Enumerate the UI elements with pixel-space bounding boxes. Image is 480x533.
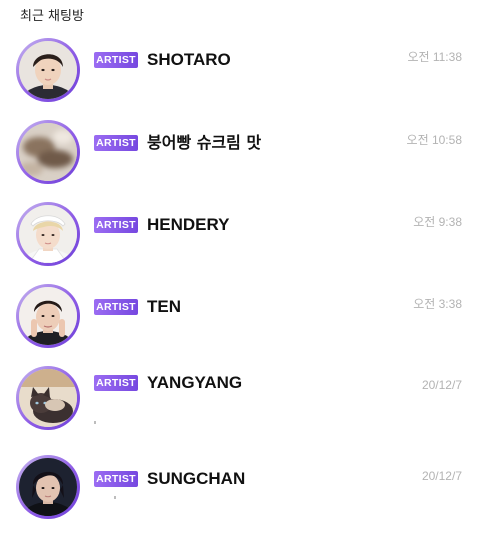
artist-badge: ARTIST — [94, 299, 138, 315]
chat-name: TEN — [147, 297, 181, 316]
chat-time: 오전 10:58 — [406, 133, 462, 147]
artist-badge: ARTIST — [94, 375, 138, 391]
chat-item-hendery[interactable]: ARTIST HENDERY 오전 9:38 — [0, 202, 480, 280]
chat-time: 오전 3:38 — [413, 297, 462, 311]
avatar-blurred-photo — [19, 123, 77, 181]
chat-time: 오전 9:38 — [413, 215, 462, 229]
avatar-ring — [16, 38, 80, 102]
avatar-ten-photo — [19, 287, 77, 345]
avatar-ring — [16, 284, 80, 348]
avatar-sungchan-photo — [19, 458, 77, 516]
chat-item-bungeoppang[interactable]: ARTIST 붕어빵 슈크림 맛 오전 10:58 — [0, 120, 480, 198]
artist-badge: ARTIST — [94, 52, 138, 68]
chat-name: SHOTARO — [147, 50, 231, 69]
chat-name: SUNGCHAN — [147, 469, 246, 488]
artist-badge: ARTIST — [94, 471, 138, 487]
message-preview-mark — [114, 496, 116, 499]
chat-name: YANGYANG — [147, 373, 243, 392]
avatar — [19, 458, 77, 516]
chat-time: 오전 11:38 — [407, 50, 462, 64]
chat-time: 20/12/7 — [421, 469, 462, 483]
avatar-ring — [16, 366, 80, 430]
message-preview-mark — [94, 421, 96, 424]
avatar-ring — [16, 455, 80, 519]
avatar — [19, 205, 77, 263]
avatar — [19, 123, 77, 181]
chat-name: HENDERY — [147, 215, 230, 234]
avatar-ring — [16, 202, 80, 266]
avatar-ring — [16, 120, 80, 184]
chat-item-ten[interactable]: ARTIST TEN 오전 3:38 — [0, 284, 480, 362]
avatar-cat-photo — [19, 369, 77, 427]
avatar — [19, 369, 77, 427]
chat-list: ARTIST SHOTARO 오전 11:38 ARTIST 붕어빵 슈크림 맛… — [0, 0, 480, 532]
chat-item-yangyang[interactable]: ARTIST YANGYANG 20/12/7 — [0, 366, 480, 444]
avatar — [19, 41, 77, 99]
chat-name: 붕어빵 슈크림 맛 — [147, 133, 262, 152]
chat-item-sungchan[interactable]: ARTIST SUNGCHAN 20/12/7 — [0, 455, 480, 533]
artist-badge: ARTIST — [94, 135, 138, 151]
artist-badge: ARTIST — [94, 217, 138, 233]
chat-item-shotaro[interactable]: ARTIST SHOTARO 오전 11:38 — [0, 38, 480, 116]
chat-time: 20/12/7 — [421, 378, 462, 392]
avatar-hendery-photo — [19, 205, 77, 263]
avatar — [19, 287, 77, 345]
avatar-shotaro-photo — [19, 41, 77, 99]
